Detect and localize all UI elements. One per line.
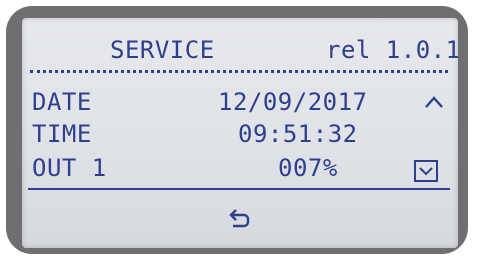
date-value[interactable]: 12/09/2017 bbox=[218, 88, 368, 116]
back-icon[interactable] bbox=[228, 208, 252, 228]
menu-title: SERVICE bbox=[110, 36, 215, 64]
time-label: TIME bbox=[32, 120, 92, 148]
device-bezel: SERVICE rel 1.0.1 DATE 12/09/2017 TIME 0… bbox=[0, 0, 479, 260]
footer-divider bbox=[28, 188, 450, 190]
chevron-up-icon[interactable] bbox=[423, 94, 445, 110]
date-label: DATE bbox=[32, 88, 92, 116]
header-dotted-divider bbox=[30, 70, 448, 73]
release-version: rel 1.0.1 bbox=[326, 36, 458, 64]
output-1-value[interactable]: 007% bbox=[278, 154, 338, 182]
scroll-down-button[interactable] bbox=[414, 160, 438, 182]
chevron-down-icon bbox=[419, 167, 433, 176]
time-value[interactable]: 09:51:32 bbox=[238, 120, 358, 148]
lcd-screen: SERVICE rel 1.0.1 DATE 12/09/2017 TIME 0… bbox=[22, 18, 458, 248]
output-1-label: OUT 1 bbox=[32, 154, 107, 182]
